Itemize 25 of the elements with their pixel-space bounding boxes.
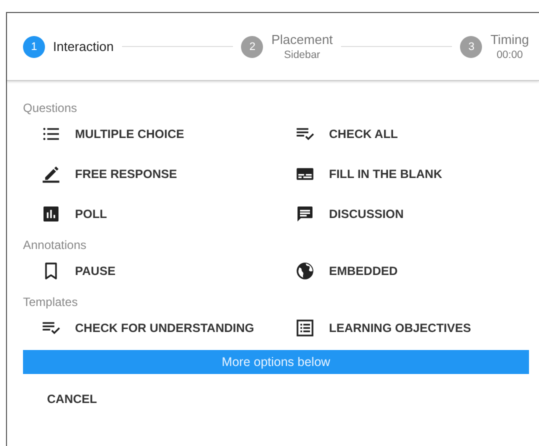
option-item[interactable]: CHECK ALL — [277, 121, 529, 146]
section-heading: Templates — [23, 295, 79, 309]
option-item[interactable]: EMBEDDED — [277, 258, 529, 283]
checklist-icon — [295, 318, 315, 338]
chat-icon — [295, 204, 315, 224]
more-options-banner: More options below — [23, 350, 529, 374]
option-item[interactable]: DISCUSSION — [277, 201, 529, 226]
step-sublabel: 00:00 — [496, 49, 523, 61]
step-sublabel: Sidebar — [284, 49, 320, 61]
poll-icon — [41, 204, 61, 224]
step-label[interactable]: Timing — [490, 32, 529, 47]
step-label[interactable]: Interaction — [53, 39, 114, 54]
option-item[interactable]: MULTIPLE CHOICE — [23, 121, 277, 146]
cancel-button[interactable]: CANCEL — [39, 386, 105, 412]
option-item[interactable]: PAUSE — [23, 258, 277, 283]
option-item[interactable]: POLL — [23, 201, 277, 226]
option-item[interactable]: FILL IN THE BLANK — [277, 161, 529, 186]
option-item[interactable]: LEARNING OBJECTIVES — [277, 315, 529, 340]
section-heading: Questions — [23, 101, 78, 115]
section-heading: Annotations — [23, 238, 88, 252]
step-label[interactable]: Placement — [271, 32, 333, 47]
option-item[interactable]: CHECK FOR UNDERSTANDING — [23, 315, 277, 340]
option-item[interactable]: FREE RESPONSE — [23, 161, 277, 186]
pencil-icon — [41, 164, 61, 184]
globe-icon — [295, 260, 315, 280]
